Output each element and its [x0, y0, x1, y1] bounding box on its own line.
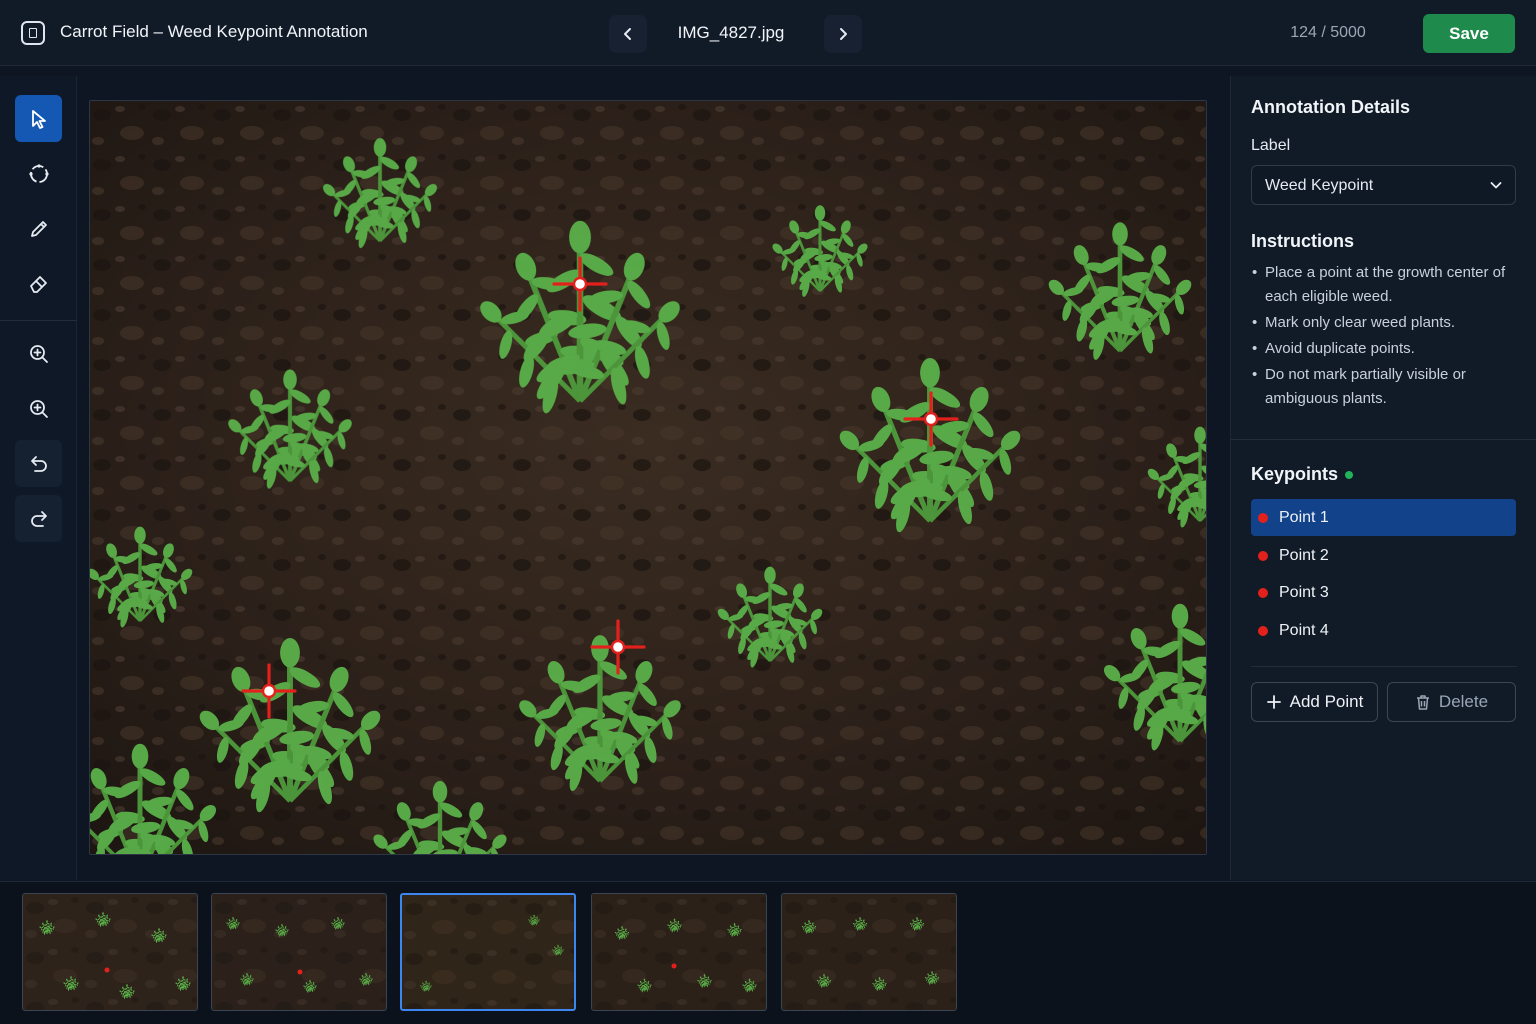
annotation-details-panel: Annotation Details Label Weed Keypoint I… — [1230, 76, 1536, 880]
thumbnail-3-current[interactable] — [400, 893, 576, 1011]
lasso-circle-icon — [28, 163, 49, 183]
thumbnail-image — [592, 894, 766, 1010]
field-photo — [90, 101, 1206, 854]
redo-button[interactable] — [15, 495, 62, 542]
instruction-item: Do not mark partially visible or ambiguo… — [1251, 363, 1526, 411]
keypoint-dot-icon — [1258, 513, 1268, 523]
keypoint-item-4[interactable]: Point 4 — [1251, 612, 1516, 649]
trash-icon — [1415, 694, 1431, 711]
save-button[interactable]: Save — [1423, 14, 1515, 53]
label-caption: Label — [1251, 137, 1291, 154]
add-point-button[interactable]: Add Point — [1251, 682, 1378, 722]
instruction-item: Avoid duplicate points. — [1251, 337, 1526, 361]
undo-icon — [30, 455, 47, 472]
select-tool-button[interactable] — [15, 95, 62, 142]
thumbnail-image — [782, 894, 956, 1010]
panel-title: Annotation Details — [1251, 97, 1411, 117]
top-bar: Carrot Field – Weed Keypoint Annotation … — [0, 0, 1536, 66]
toolbar-divider — [0, 320, 77, 321]
zoom-tool-button[interactable] — [15, 385, 62, 432]
image-counter: 124 / 5000 — [1290, 24, 1366, 41]
redo-icon — [30, 510, 47, 527]
thumbnail-1[interactable] — [22, 893, 198, 1011]
label-select[interactable]: Weed Keypoint — [1251, 165, 1516, 205]
lasso-tool-button[interactable] — [15, 150, 62, 197]
label-select-value: Weed Keypoint — [1265, 177, 1374, 194]
delete-point-label: Delete — [1438, 692, 1489, 711]
keypoint-label: Point 2 — [1279, 547, 1329, 564]
pencil-tool-button[interactable] — [15, 205, 62, 252]
app-logo-icon — [21, 21, 45, 45]
eraser-icon — [29, 275, 47, 293]
thumbnail-image — [402, 895, 574, 1009]
instructions-title: Instructions — [1251, 231, 1355, 251]
instruction-item: Place a point at the growth center of ea… — [1251, 261, 1526, 309]
thumbnail-2[interactable] — [211, 893, 387, 1011]
eraser-tool-button[interactable] — [15, 260, 62, 307]
image-filmstrip — [0, 881, 1536, 1024]
thumbnail-image — [23, 894, 197, 1010]
plus-icon — [1266, 694, 1282, 710]
zoom-in-tool-button[interactable] — [15, 330, 62, 377]
chevron-right-icon — [840, 28, 847, 40]
next-image-button[interactable] — [824, 15, 862, 53]
keypoint-dot-icon — [1258, 588, 1268, 598]
keypoints-status-dot — [1345, 471, 1353, 479]
keypoint-item-3[interactable]: Point 3 — [1251, 574, 1516, 611]
delete-point-button[interactable]: Delete — [1387, 682, 1516, 722]
thumbnail-5[interactable] — [781, 893, 957, 1011]
cursor-arrow-icon — [31, 109, 46, 129]
keypoints-title: Keypoints — [1251, 464, 1339, 484]
keypoint-label: Point 1 — [1279, 509, 1329, 526]
keypoint-dot-icon — [1258, 551, 1268, 561]
zoom-plus-icon — [29, 399, 48, 418]
annotation-canvas[interactable] — [89, 100, 1207, 855]
thumbnail-image — [212, 894, 386, 1010]
chevron-down-icon — [1490, 182, 1502, 189]
keypoint-label: Point 3 — [1279, 584, 1329, 601]
add-point-label: Add Point — [1289, 692, 1364, 711]
project-title: Carrot Field – Weed Keypoint Annotation — [60, 22, 368, 41]
keypoint-item-2[interactable]: Point 2 — [1251, 537, 1516, 574]
tool-sidebar — [0, 76, 77, 880]
keypoint-item-1[interactable]: Point 1 — [1251, 499, 1516, 536]
thumbnail-4[interactable] — [591, 893, 767, 1011]
panel-divider — [1251, 666, 1517, 667]
image-filename: IMG_4827.jpg — [677, 23, 785, 42]
previous-image-button[interactable] — [609, 15, 647, 53]
panel-divider — [1231, 439, 1536, 440]
zoom-in-icon — [29, 344, 48, 363]
instruction-item: Mark only clear weed plants. — [1251, 311, 1526, 335]
keypoint-dot-icon — [1258, 626, 1268, 636]
undo-button[interactable] — [15, 440, 62, 487]
chevron-left-icon — [624, 28, 631, 40]
instructions-list: Place a point at the growth center of ea… — [1251, 261, 1526, 413]
keypoint-label: Point 4 — [1279, 622, 1329, 639]
pencil-icon — [30, 220, 47, 237]
